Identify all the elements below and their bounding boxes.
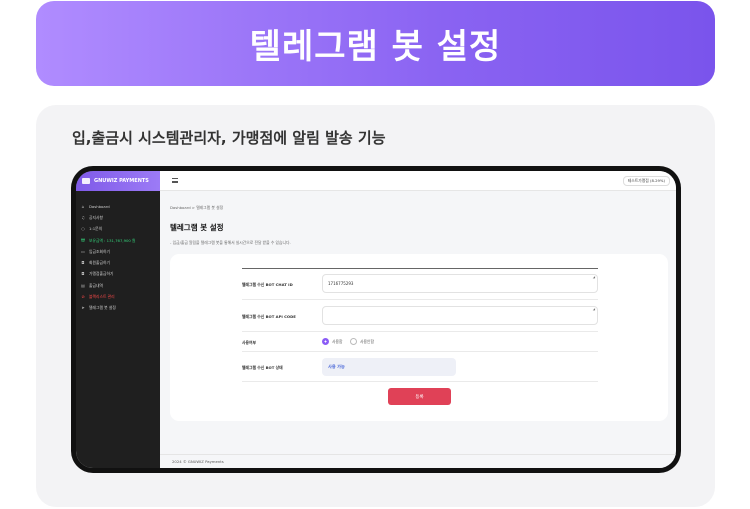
feature-description: 입,출금시 시스템관리자, 가맹점에 알림 발송 기능	[72, 129, 386, 147]
status-value-box: 사용 가능	[322, 358, 456, 376]
main-content: Dashboard > 텔레그램 봇 설정 텔레그램 봇 설정 - 입금/출금 …	[160, 191, 676, 468]
sidebar-item-label: 출금내역	[89, 282, 103, 288]
usage-option-off[interactable]: 사용안함	[350, 338, 374, 345]
sidebar-item-notice[interactable]: ♫ 공지사항	[76, 212, 160, 223]
app-screen: GNUWIZ PAYMENTS ⌂ Dashboard ♫ 공지사항 ○ 1:1…	[76, 171, 676, 468]
row-divider	[242, 299, 598, 300]
sidebar-item-label: 가맹점출금하기	[89, 271, 114, 277]
footer: 2024 © GNUWIZ Payments	[160, 454, 676, 468]
page-title: 텔레그램 봇 설정	[170, 223, 224, 232]
top-bar: 테스트가맹점 (8.29%)	[160, 171, 676, 191]
bell-icon: ♫	[81, 214, 85, 220]
wallet-icon: ◘	[81, 271, 85, 277]
sidebar-item-telegram-bot[interactable]: ➤ 텔레그램 봇 설정	[76, 303, 160, 314]
sidebar-item-inquiry[interactable]: ○ 1:1문의	[76, 224, 160, 235]
resize-handle-icon: ◢	[592, 307, 595, 311]
user-chip[interactable]: 테스트가맹점 (8.29%)	[622, 176, 670, 186]
sidebar-item-merchant-withdraw[interactable]: ◘ 가맹점출금하기	[76, 269, 160, 280]
sidebar-item-balance[interactable]: ₩ 보유금액 : 131,767,900 원	[76, 235, 160, 246]
chat-id-field[interactable]: 1716775293 ◢	[322, 274, 598, 293]
row-divider	[242, 351, 598, 352]
radio-checked-icon	[322, 338, 329, 345]
brand-name: GNUWIZ PAYMENTS	[94, 178, 149, 184]
sidebar-menu: ⌂ Dashboard ♫ 공지사항 ○ 1:1문의 ₩ 보유금액 : 131,…	[76, 191, 160, 314]
page-description: - 입금/출금 알림을 텔레그램 봇을 통해서 실시간으로 전달 받을 수 있습…	[170, 240, 291, 245]
list-icon: ▤	[81, 282, 85, 288]
sidebar-item-label: Dashboard	[89, 204, 110, 210]
sidebar-item-blacklist[interactable]: ⊘ 블랙리스트 관리	[76, 291, 160, 302]
submit-button[interactable]: 등록	[388, 388, 451, 405]
card-icon: ▭	[81, 248, 85, 254]
circle-icon: ○	[81, 226, 85, 232]
row-divider	[242, 381, 598, 382]
status-label: 텔레그램 수신 BOT 상태	[242, 365, 283, 370]
usage-option-label: 사용함	[332, 338, 343, 344]
api-code-label: 텔레그램 수신 BOT API CODE	[242, 314, 296, 319]
status-value: 사용 가능	[328, 364, 345, 369]
chat-id-value: 1716775293	[328, 281, 354, 286]
resize-handle-icon: ◢	[592, 275, 595, 279]
usage-label: 사용여부	[242, 340, 256, 345]
feature-panel: 입,출금시 시스템관리자, 가맹점에 알림 발송 기능 GNUWIZ PAYME…	[36, 105, 715, 507]
brand-header[interactable]: GNUWIZ PAYMENTS	[76, 171, 160, 191]
device-frame: GNUWIZ PAYMENTS ⌂ Dashboard ♫ 공지사항 ○ 1:1…	[71, 166, 681, 473]
breadcrumb: Dashboard > 텔레그램 봇 설정	[170, 205, 224, 210]
sidebar-item-label: 공지사항	[89, 214, 103, 220]
api-code-field[interactable]: ◢	[322, 306, 598, 325]
row-divider	[242, 331, 598, 332]
form-top-rule	[242, 268, 598, 269]
radio-unchecked-icon	[350, 338, 357, 345]
sidebar-item-label: 1:1문의	[89, 226, 103, 232]
won-icon: ₩	[81, 237, 85, 243]
sidebar-item-deposit-lookup[interactable]: ▭ 입금조회하기	[76, 246, 160, 257]
home-icon: ⌂	[81, 203, 85, 209]
sidebar-item-label: 보유금액 : 131,767,900 원	[89, 237, 136, 243]
sidebar-item-label: 블랙리스트 관리	[89, 294, 115, 300]
chat-id-label: 텔레그램 수신 BOT CHAT ID	[242, 282, 293, 287]
sidebar-item-label: 텔레그램 봇 설정	[89, 305, 116, 311]
wallet-icon: ◘	[81, 260, 85, 266]
title-banner: 텔레그램 봇 설정	[36, 1, 715, 86]
usage-option-on[interactable]: 사용함	[322, 338, 342, 345]
settings-form-card: 텔레그램 수신 BOT CHAT ID 1716775293 ◢ 텔레그램 수신…	[170, 254, 668, 421]
sidebar-item-label: 입금조회하기	[89, 248, 110, 254]
sidebar: GNUWIZ PAYMENTS ⌂ Dashboard ♫ 공지사항 ○ 1:1…	[76, 171, 160, 468]
sidebar-item-dashboard[interactable]: ⌂ Dashboard	[76, 201, 160, 212]
sidebar-item-member-withdraw[interactable]: ◘ 회원출금하기	[76, 257, 160, 268]
usage-option-label: 사용안함	[360, 338, 374, 344]
menu-toggle-icon[interactable]	[172, 178, 178, 183]
banner-title: 텔레그램 봇 설정	[249, 27, 502, 67]
sidebar-item-withdraw-history[interactable]: ▤ 출금내역	[76, 280, 160, 291]
brand-logo-icon	[82, 178, 90, 184]
sidebar-item-label: 회원출금하기	[89, 260, 110, 266]
block-icon: ⊘	[81, 294, 85, 300]
send-icon: ➤	[81, 305, 85, 311]
